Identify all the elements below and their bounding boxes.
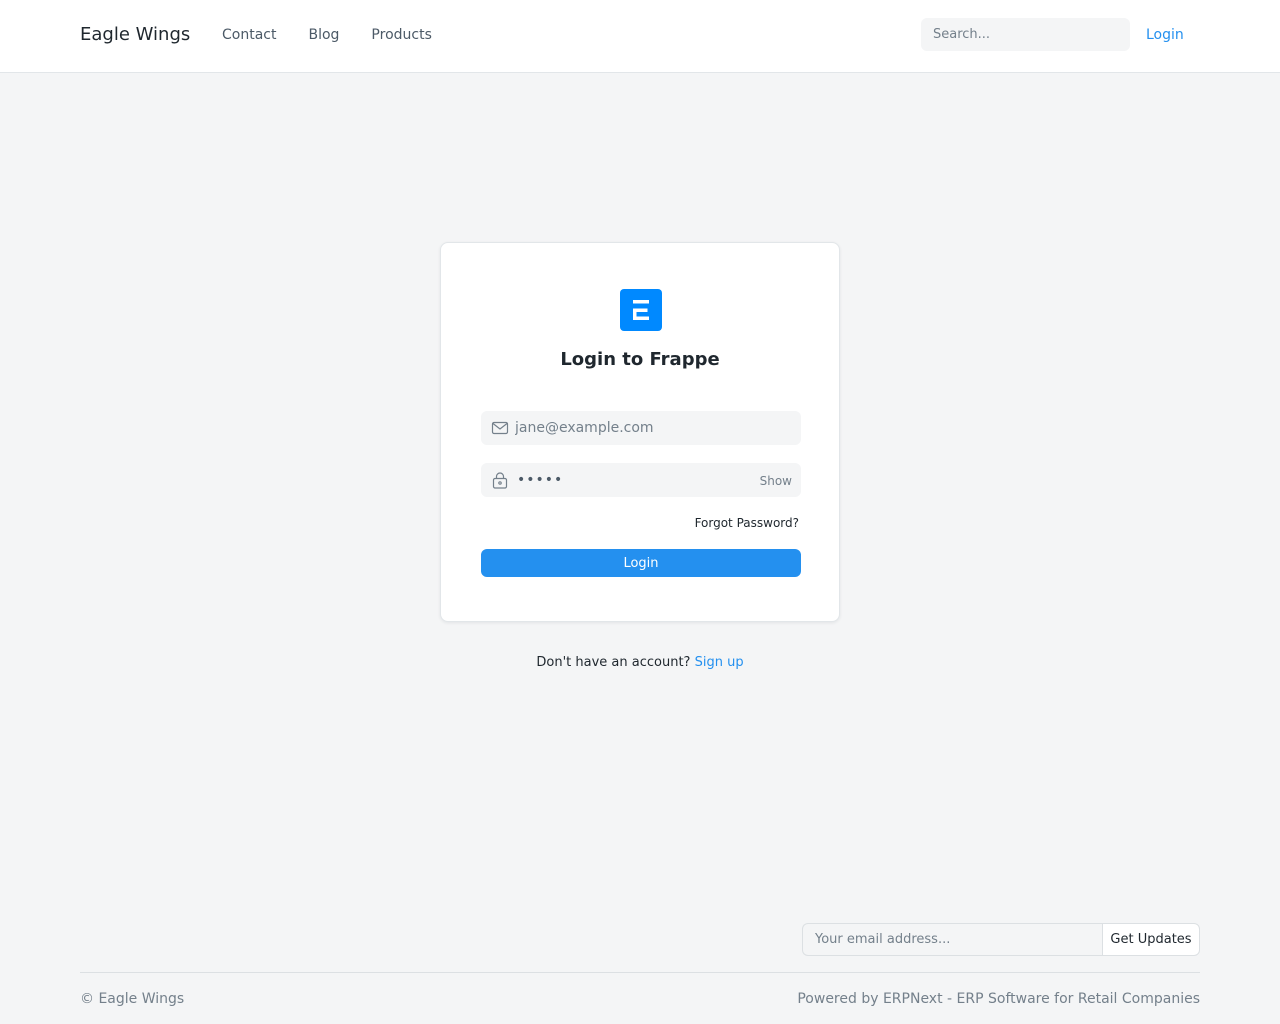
copyright: © Eagle Wings [80, 991, 185, 1007]
nav-link-blog[interactable]: Blog [308, 27, 339, 43]
email-field[interactable] [481, 411, 801, 445]
email-input[interactable] [515, 411, 745, 445]
nav-link-products[interactable]: Products [371, 27, 431, 43]
signup-link[interactable]: Sign up [695, 655, 744, 670]
login-button[interactable]: Login [481, 549, 801, 577]
nav-links: Contact Blog Products [222, 27, 432, 43]
search-input[interactable] [921, 18, 1130, 51]
navbar: Eagle Wings Contact Blog Products Login [0, 0, 1280, 73]
signup-prompt-text: Don't have an account? [536, 655, 691, 670]
subscribe-form: Get Updates [802, 923, 1200, 956]
get-updates-button[interactable]: Get Updates [1102, 923, 1200, 956]
forgot-password-link[interactable]: Forgot Password? [695, 516, 799, 530]
powered-by[interactable]: Powered by ERPNext - ERP Software for Re… [797, 991, 1200, 1007]
lock-icon [491, 472, 509, 489]
mail-icon [491, 420, 509, 436]
password-field[interactable]: ••••• Show [481, 463, 801, 497]
footer-divider [80, 972, 1200, 973]
subscribe-email-input[interactable] [802, 923, 1102, 956]
password-value[interactable]: ••••• [517, 472, 563, 488]
nav-login-link[interactable]: Login [1146, 27, 1184, 43]
brand-link[interactable]: Eagle Wings [80, 24, 190, 45]
frappe-logo-icon [620, 289, 662, 331]
show-password-toggle[interactable]: Show [760, 474, 792, 488]
login-card: Login to Frappe ••••• Show Forgot Passwo… [440, 242, 840, 622]
signup-prompt: Don't have an account? Sign up [0, 655, 1280, 670]
nav-link-contact[interactable]: Contact [222, 27, 276, 43]
login-title: Login to Frappe [560, 349, 720, 370]
